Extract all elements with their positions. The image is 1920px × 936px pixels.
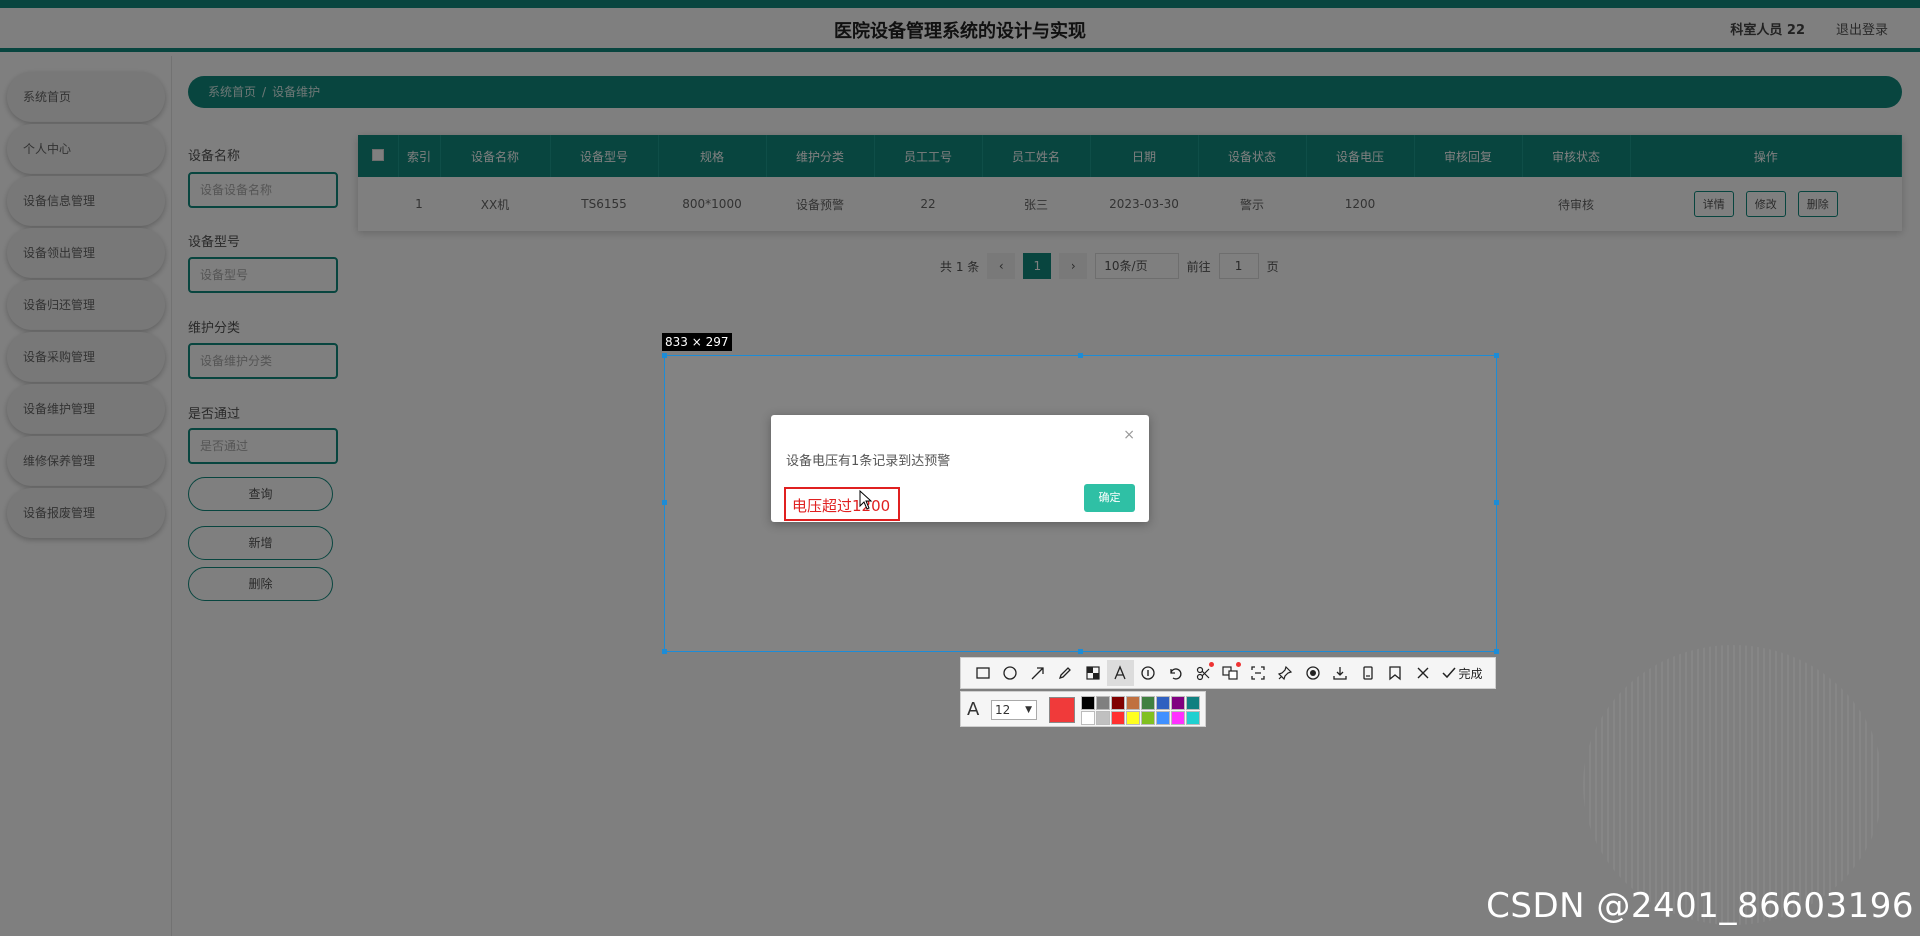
- done-label: 完成: [1458, 666, 1483, 681]
- color-swatch[interactable]: [1126, 696, 1140, 710]
- font-icon: A: [967, 699, 980, 720]
- color-swatch[interactable]: [1081, 696, 1095, 710]
- font-size-select[interactable]: 12 ▼: [991, 700, 1037, 720]
- record-icon[interactable]: [1299, 660, 1327, 686]
- alert-dialog: × 设备电压有1条记录到达预警 电压超过1200 确定: [771, 415, 1149, 522]
- scroll-capture-icon[interactable]: [1244, 660, 1272, 686]
- pen-icon[interactable]: [1052, 660, 1080, 686]
- translate-icon[interactable]: [1217, 660, 1245, 686]
- resize-handle[interactable]: [1494, 353, 1499, 358]
- undo-icon[interactable]: [1162, 660, 1190, 686]
- annotation-text: 电压超过1200: [792, 497, 891, 515]
- ellipse-icon[interactable]: [997, 660, 1025, 686]
- mosaic-icon[interactable]: [1079, 660, 1107, 686]
- dialog-message: 设备电压有1条记录到达预警: [786, 454, 951, 469]
- ocr-icon[interactable]: [1189, 660, 1217, 686]
- resize-handle[interactable]: [662, 353, 667, 358]
- pin-icon[interactable]: [1272, 660, 1300, 686]
- color-swatch[interactable]: [1141, 711, 1155, 725]
- done-button[interactable]: 完成: [1441, 665, 1483, 682]
- chevron-down-icon: ▼: [1025, 705, 1032, 715]
- text-annotation[interactable]: 电压超过1200: [784, 487, 900, 521]
- font-size-value: 12: [995, 703, 1011, 717]
- color-swatch[interactable]: [1186, 711, 1200, 725]
- close-icon[interactable]: [1409, 660, 1437, 686]
- watermark: CSDN @2401_86603196: [1486, 886, 1914, 926]
- color-swatch[interactable]: [1141, 696, 1155, 710]
- color-swatch[interactable]: [1096, 696, 1110, 710]
- bookmark-icon[interactable]: [1382, 660, 1410, 686]
- color-palette: [1081, 696, 1200, 725]
- current-color-swatch[interactable]: [1049, 697, 1075, 723]
- dialog-close-icon[interactable]: ×: [1123, 427, 1135, 443]
- annotation-toolbar: 完成: [960, 657, 1496, 689]
- color-swatch[interactable]: [1081, 711, 1095, 725]
- color-swatch[interactable]: [1111, 711, 1125, 725]
- resize-handle[interactable]: [1494, 649, 1499, 654]
- decorative-pattern: [1583, 645, 1883, 925]
- download-icon[interactable]: [1327, 660, 1355, 686]
- dialog-ok-button[interactable]: 确定: [1084, 484, 1135, 512]
- color-swatch[interactable]: [1156, 696, 1170, 710]
- resize-handle[interactable]: [1494, 500, 1499, 505]
- text-style-toolbar: A 12 ▼: [960, 691, 1206, 727]
- color-swatch[interactable]: [1186, 696, 1200, 710]
- color-swatch[interactable]: [1156, 711, 1170, 725]
- color-swatch[interactable]: [1111, 696, 1125, 710]
- check-icon: [1441, 667, 1456, 679]
- resize-handle[interactable]: [1078, 353, 1083, 358]
- resize-handle[interactable]: [662, 649, 667, 654]
- resize-handle[interactable]: [1078, 649, 1083, 654]
- number-icon[interactable]: [1134, 660, 1162, 686]
- color-swatch[interactable]: [1171, 696, 1185, 710]
- rectangle-icon[interactable]: [969, 660, 997, 686]
- mouse-cursor-icon: [859, 490, 873, 510]
- color-swatch[interactable]: [1126, 711, 1140, 725]
- copy-icon[interactable]: [1354, 660, 1382, 686]
- arrow-icon[interactable]: [1024, 660, 1052, 686]
- capture-size-label: 833 × 297: [662, 333, 732, 351]
- text-icon[interactable]: [1106, 660, 1134, 686]
- color-swatch[interactable]: [1096, 711, 1110, 725]
- resize-handle[interactable]: [662, 500, 667, 505]
- color-swatch[interactable]: [1171, 711, 1185, 725]
